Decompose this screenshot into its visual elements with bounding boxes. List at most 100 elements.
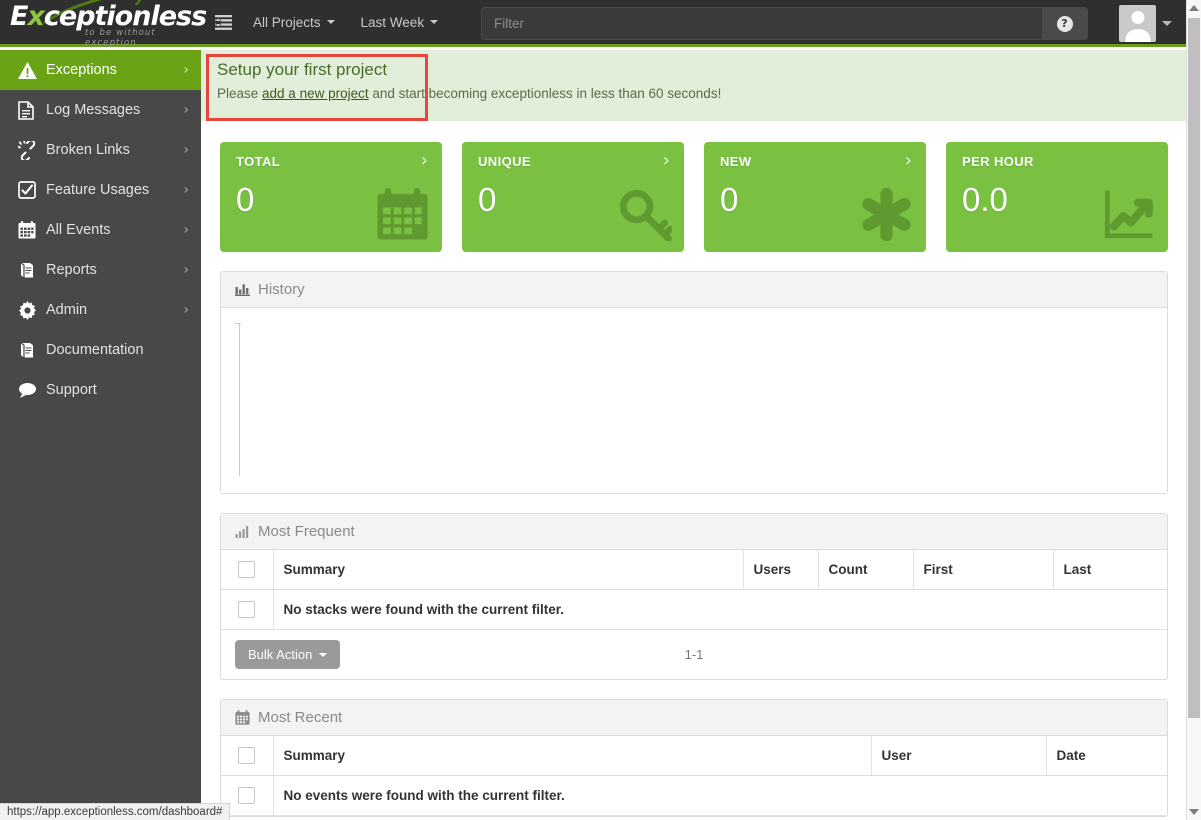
column-header-first[interactable]: First [913,550,1053,590]
stat-card-total[interactable]: TOTAL 0 › [220,142,442,252]
select-all-checkbox[interactable] [238,747,255,764]
column-header-user[interactable]: User [871,736,1046,776]
scroll-up-arrow-icon[interactable] [1187,0,1201,16]
add-new-project-link[interactable]: add a new project [262,86,369,101]
user-menu[interactable] [1119,5,1172,42]
sidebar-item-admin[interactable]: Admin › [0,290,201,330]
warning-triangle-icon [18,62,46,79]
sidebar-item-exceptions[interactable]: Exceptions › [0,50,201,90]
calendar-icon [235,710,250,725]
banner-text-before: Please [217,86,262,101]
most-frequent-panel-header: Most Frequent [221,514,1167,550]
scrollbar-thumb[interactable] [1188,18,1200,718]
table-row: No stacks were found with the current fi… [221,590,1167,630]
select-all-checkbox[interactable] [238,561,255,578]
banner-message: Please add a new project and start becom… [217,86,1170,101]
chart-y-axis [239,324,240,476]
setup-project-banner: Setup your first project Please add a ne… [201,50,1186,121]
filter-bar: ? [481,7,1088,40]
top-navigation-bar: Exceptionless to be without exception Al… [0,0,1186,47]
projects-dropdown[interactable]: All Projects [240,0,348,46]
most-recent-panel-title: Most Recent [258,709,342,726]
sidebar-item-label: Log Messages [46,102,183,118]
most-frequent-table: Summary Users Count First Last No stacks… [221,550,1167,630]
status-bar-url: https://app.exceptionless.com/dashboard# [7,806,222,818]
chevron-right-icon: › [421,150,428,171]
column-header-summary[interactable]: Summary [273,736,871,776]
chevron-right-icon: › [183,102,189,118]
chevron-right-icon: › [183,62,189,78]
select-all-cell [221,550,273,590]
sidebar-item-label: Broken Links [46,142,183,158]
chevron-down-icon [430,20,438,24]
stat-card-title: NEW [720,154,910,169]
stat-card-unique[interactable]: UNIQUE 0 › [462,142,684,252]
most-recent-panel: Most Recent Summary User Date [220,699,1168,817]
logo-wordmark: Exceptionless [10,2,206,32]
row-checkbox[interactable] [238,787,255,804]
main-content: Setup your first project Please add a ne… [201,50,1186,820]
calendar-icon [18,221,46,239]
most-frequent-footer: Bulk Action 1-1 [221,630,1167,679]
calendar-icon [375,188,430,246]
line-chart-icon [1101,188,1156,246]
chevron-right-icon: › [183,142,189,158]
scroll-down-arrow-icon[interactable] [1187,804,1201,820]
stat-card-new[interactable]: NEW 0 › [704,142,926,252]
banner-text-after: and start becoming exceptionless in less… [369,86,722,101]
time-range-dropdown-label: Last Week [361,15,425,30]
table-header-row: Summary User Date [221,736,1167,776]
column-header-date[interactable]: Date [1046,736,1167,776]
app-logo[interactable]: Exceptionless to be without exception [0,0,200,44]
history-panel-header: History [221,272,1167,308]
sidebar-toggle-icon[interactable] [206,0,240,46]
table-row: No events were found with the current fi… [221,776,1167,816]
sidebar-item-reports[interactable]: Reports › [0,250,201,290]
bar-chart-icon [235,525,250,538]
chevron-down-icon [327,20,335,24]
column-header-summary[interactable]: Summary [273,550,743,590]
sidebar-item-feature-usages[interactable]: Feature Usages › [0,170,201,210]
sidebar-item-broken-links[interactable]: Broken Links › [0,130,201,170]
stat-card-per-hour[interactable]: PER HOUR 0.0 [946,142,1168,252]
banner-title: Setup your first project [217,60,1170,80]
sidebar-item-documentation[interactable]: Documentation [0,330,201,370]
broken-link-icon [18,141,46,160]
column-header-users[interactable]: Users [743,550,818,590]
gear-icon [18,301,46,320]
sidebar: Exceptions › Log Messages › Broken Links… [0,50,201,820]
chevron-right-icon: › [183,262,189,278]
column-header-last[interactable]: Last [1053,550,1167,590]
logo-x-letter: x [27,1,43,32]
sidebar-item-label: Documentation [46,342,189,358]
history-chart[interactable] [221,308,1167,493]
time-range-dropdown[interactable]: Last Week [348,0,452,46]
most-recent-panel-header: Most Recent [221,700,1167,736]
select-all-cell [221,736,273,776]
stat-card-title: PER HOUR [962,154,1152,169]
row-checkbox[interactable] [238,601,255,618]
chevron-right-icon: › [183,222,189,238]
stat-card-title: TOTAL [236,154,426,169]
most-recent-table: Summary User Date No events were found w… [221,736,1167,816]
most-frequent-panel-title: Most Frequent [258,523,355,540]
stat-card-title: UNIQUE [478,154,668,169]
page-scrollbar[interactable] [1186,0,1201,820]
chevron-down-icon [1162,21,1172,26]
sidebar-item-label: All Events [46,222,183,238]
chevron-right-icon: › [183,302,189,318]
sidebar-item-support[interactable]: Support [0,370,201,410]
sidebar-item-label: Support [46,382,189,398]
bar-chart-icon [235,283,250,296]
filter-help-button[interactable]: ? [1042,8,1087,39]
sidebar-item-log-messages[interactable]: Log Messages › [0,90,201,130]
chevron-right-icon: › [905,150,912,171]
book-icon [18,261,46,279]
asterisk-icon [859,188,914,246]
search-input[interactable] [482,8,1042,39]
sidebar-item-all-events[interactable]: All Events › [0,210,201,250]
sidebar-item-label: Feature Usages [46,182,183,198]
browser-status-bar: https://app.exceptionless.com/dashboard# [0,803,230,820]
chart-y-tick [235,323,241,324]
column-header-count[interactable]: Count [818,550,913,590]
